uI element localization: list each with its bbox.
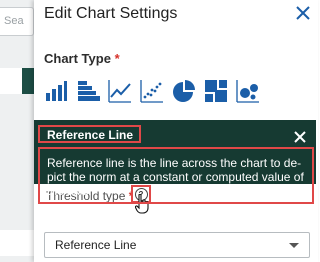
threshold-type-select[interactable]: Reference Line <box>44 232 310 258</box>
background-search-input[interactable]: Sea <box>0 7 34 36</box>
background-page: Sea <box>0 0 36 262</box>
chart-type-label: Chart Type * <box>44 51 120 66</box>
chart-type-options <box>44 78 260 104</box>
chart-type-label-text: Chart Type <box>44 51 111 66</box>
chevron-down-icon <box>289 243 299 248</box>
bubble-chart-icon[interactable] <box>236 78 260 104</box>
close-icon[interactable] <box>293 130 307 144</box>
scatter-chart-icon[interactable] <box>140 78 164 104</box>
vertical-bar-chart-icon[interactable] <box>44 78 68 104</box>
panel-title: Edit Chart Settings <box>44 5 178 22</box>
treemap-chart-icon[interactable] <box>204 78 228 104</box>
tooltip-body: Reference line is the line across the ch… <box>47 156 304 198</box>
pie-chart-icon[interactable] <box>172 78 196 104</box>
tooltip-title: Reference Line <box>47 128 134 142</box>
background-accent-bar <box>22 68 34 94</box>
background-card <box>0 230 36 256</box>
horizontal-bar-chart-icon[interactable] <box>76 78 100 104</box>
edit-chart-settings-panel: Edit Chart Settings Chart Type * Referen… <box>34 0 318 262</box>
required-mark: * <box>114 51 120 66</box>
close-icon[interactable] <box>294 4 312 22</box>
threshold-type-select-value: Reference Line <box>55 238 137 252</box>
line-chart-icon[interactable] <box>108 78 132 104</box>
reference-line-tooltip: Reference Line Reference line is the lin… <box>34 120 316 204</box>
